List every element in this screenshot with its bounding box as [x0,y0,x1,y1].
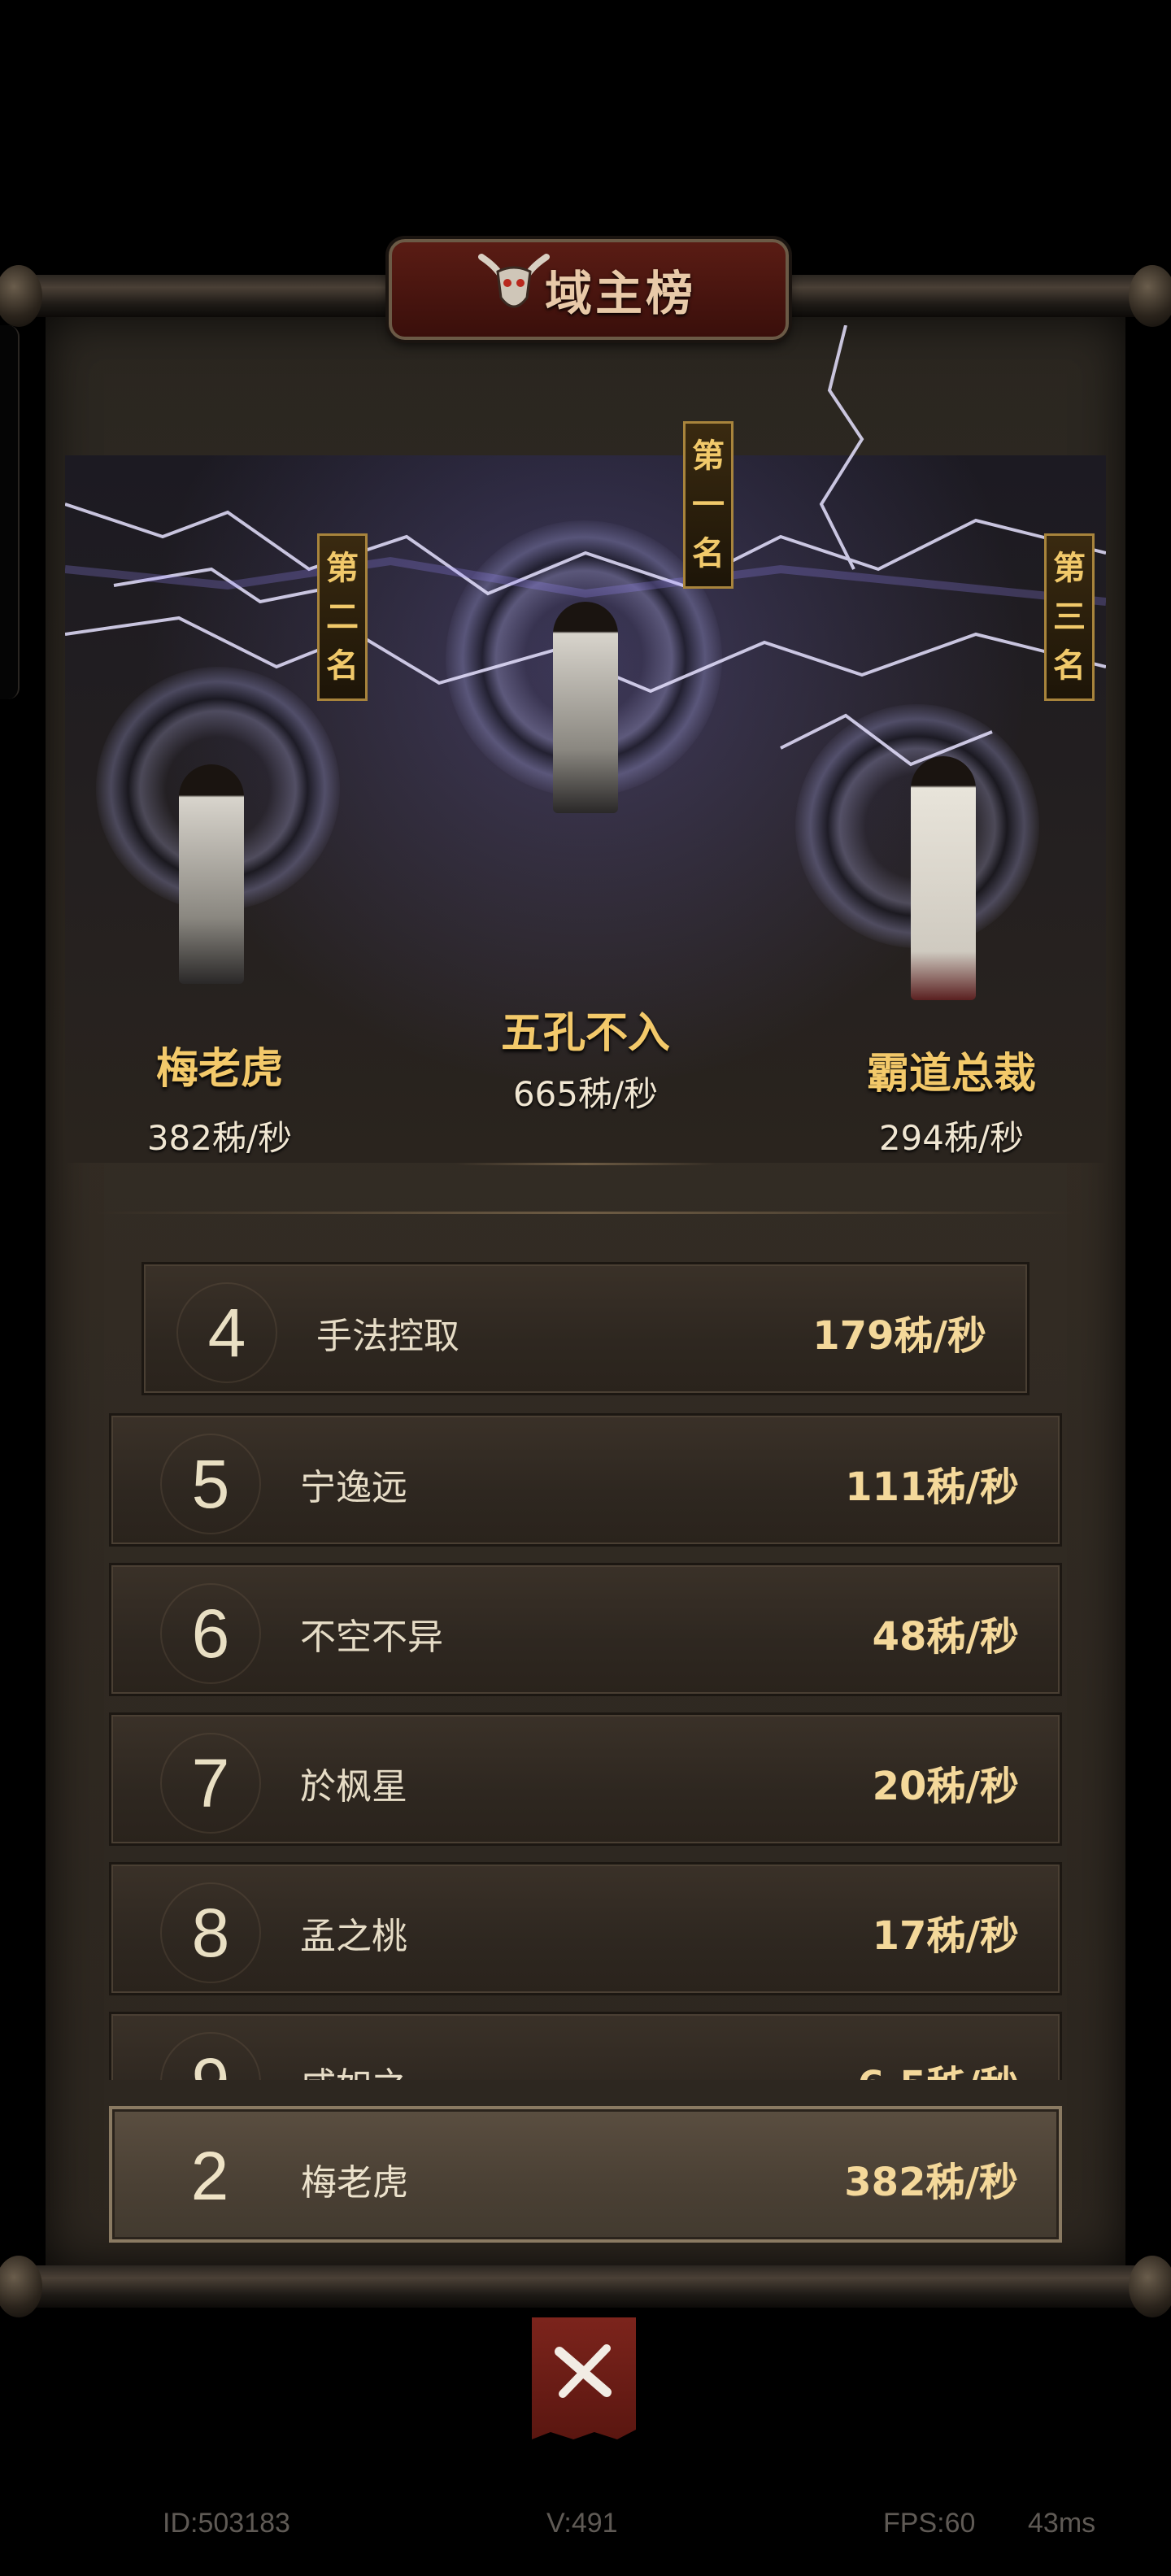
footer-ping: 43ms [1028,2508,1096,2539]
player-score: 111秭/秒 [845,1464,1019,1510]
player-score: 48秭/秒 [872,1614,1019,1660]
rank-number: 4 [176,1282,277,1383]
character-second [179,764,244,984]
bull-skull-icon [478,254,550,308]
player-name: 宁逸远 [300,1467,407,1508]
my-ranking-row[interactable]: 2 梅老虎 382秭/秒 [109,2106,1062,2243]
ranking-row[interactable]: 4 手法控取 179秭/秒 [141,1262,1030,1395]
ranking-row[interactable]: 5 宁逸远 111秭/秒 [109,1413,1062,1547]
character-first [553,602,618,813]
footer-fps: FPS:60 [883,2508,976,2539]
ranking-row[interactable]: 6 不空不异 48秭/秒 [109,1563,1062,1696]
player-score: 6.5秭/秒 [857,2053,1019,2080]
podium-third-score: 294秭/秒 [878,1118,1025,1158]
footer-player-id: ID:503183 [163,2508,290,2539]
close-button[interactable] [532,2317,636,2439]
player-name: 於枫星 [300,1766,407,1808]
podium-second-score: 382秭/秒 [146,1118,293,1158]
footer-version: V:491 [546,2508,618,2539]
podium-first-score: 665秭/秒 [512,1074,659,1114]
ornament-divider [455,1163,716,1165]
close-icon [555,2344,612,2398]
rank-number: 6 [160,1583,261,1684]
ranking-row[interactable]: 9 咸如之 6.5秭/秒 [109,2012,1062,2080]
player-name: 不空不异 [300,1617,443,1658]
character-third [911,756,976,1000]
rank-number: 9 [160,2032,261,2080]
player-name: 咸如之 [300,2056,407,2080]
player-score: 20秭/秒 [872,1764,1019,1809]
ranking-row[interactable]: 8 孟之桃 17秭/秒 [109,1862,1062,1995]
left-edge-handle [0,325,20,699]
podium-second-name[interactable]: 梅老虎 [65,1034,374,1095]
ornament-divider [98,1212,1073,1214]
ranking-list[interactable]: 4 手法控取 179秭/秒 5 宁逸远 111秭/秒 6 不空不异 48秭/秒 … [109,1262,1062,2080]
player-name: 孟之桃 [300,1916,407,1957]
rank-banner-third: 第三名 [1044,533,1095,701]
my-player-name: 梅老虎 [301,2162,408,2204]
rank-banner-second: 第二名 [317,533,368,701]
rank-number: 5 [160,1434,261,1534]
scroll-bottom-rod [0,2256,1171,2317]
my-player-score: 382秭/秒 [844,2160,1018,2205]
player-score: 179秭/秒 [812,1313,986,1359]
rank-banner-first: 第一名 [683,421,734,589]
my-rank-number: 2 [190,2138,229,2214]
page-title: 域主榜 [545,266,697,321]
podium-third-name[interactable]: 霸道总裁 [789,1039,1114,1100]
rank-number: 8 [160,1882,261,1983]
ranking-row[interactable]: 7 於枫星 20秭/秒 [109,1712,1062,1846]
player-name: 手法控取 [316,1316,459,1357]
player-score: 17秭/秒 [872,1913,1019,1959]
podium-first-name[interactable]: 五孔不入 [423,999,748,1060]
rank-number: 7 [160,1733,261,1834]
